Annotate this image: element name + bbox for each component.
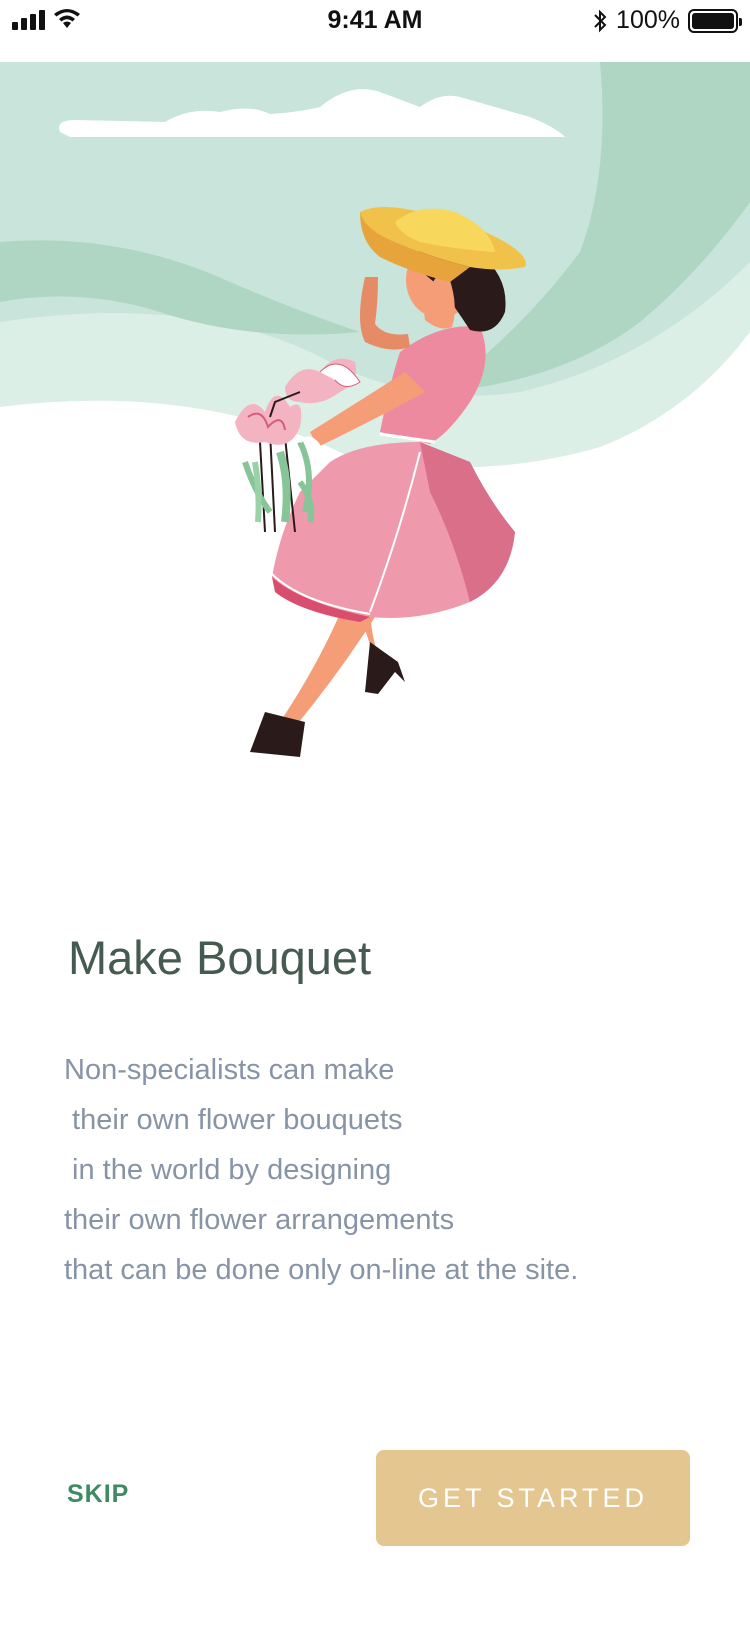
description-line: that can be done only on-line at the sit…	[64, 1254, 579, 1286]
skip-button[interactable]: SKIP	[67, 1480, 129, 1509]
onboarding-description: Non-specialists can make their own flowe…	[64, 1045, 704, 1295]
description-line: their own flower bouquets	[64, 1104, 403, 1136]
description-line: their own flower arrangements	[64, 1204, 455, 1236]
get-started-button[interactable]: GET STARTED	[376, 1450, 690, 1546]
bluetooth-icon	[594, 9, 607, 32]
battery-percent: 100%	[616, 6, 680, 34]
description-line: Non-specialists can make	[64, 1054, 395, 1086]
page-title: Make Bouquet	[68, 931, 372, 984]
woman-with-bouquet-illustration	[0, 62, 750, 822]
status-bar: 9:41 AM 100%	[0, 0, 750, 62]
hero-illustration	[0, 62, 750, 822]
description-line: in the world by designing	[64, 1154, 392, 1186]
battery-icon	[688, 8, 742, 33]
status-right: 100%	[592, 6, 742, 35]
